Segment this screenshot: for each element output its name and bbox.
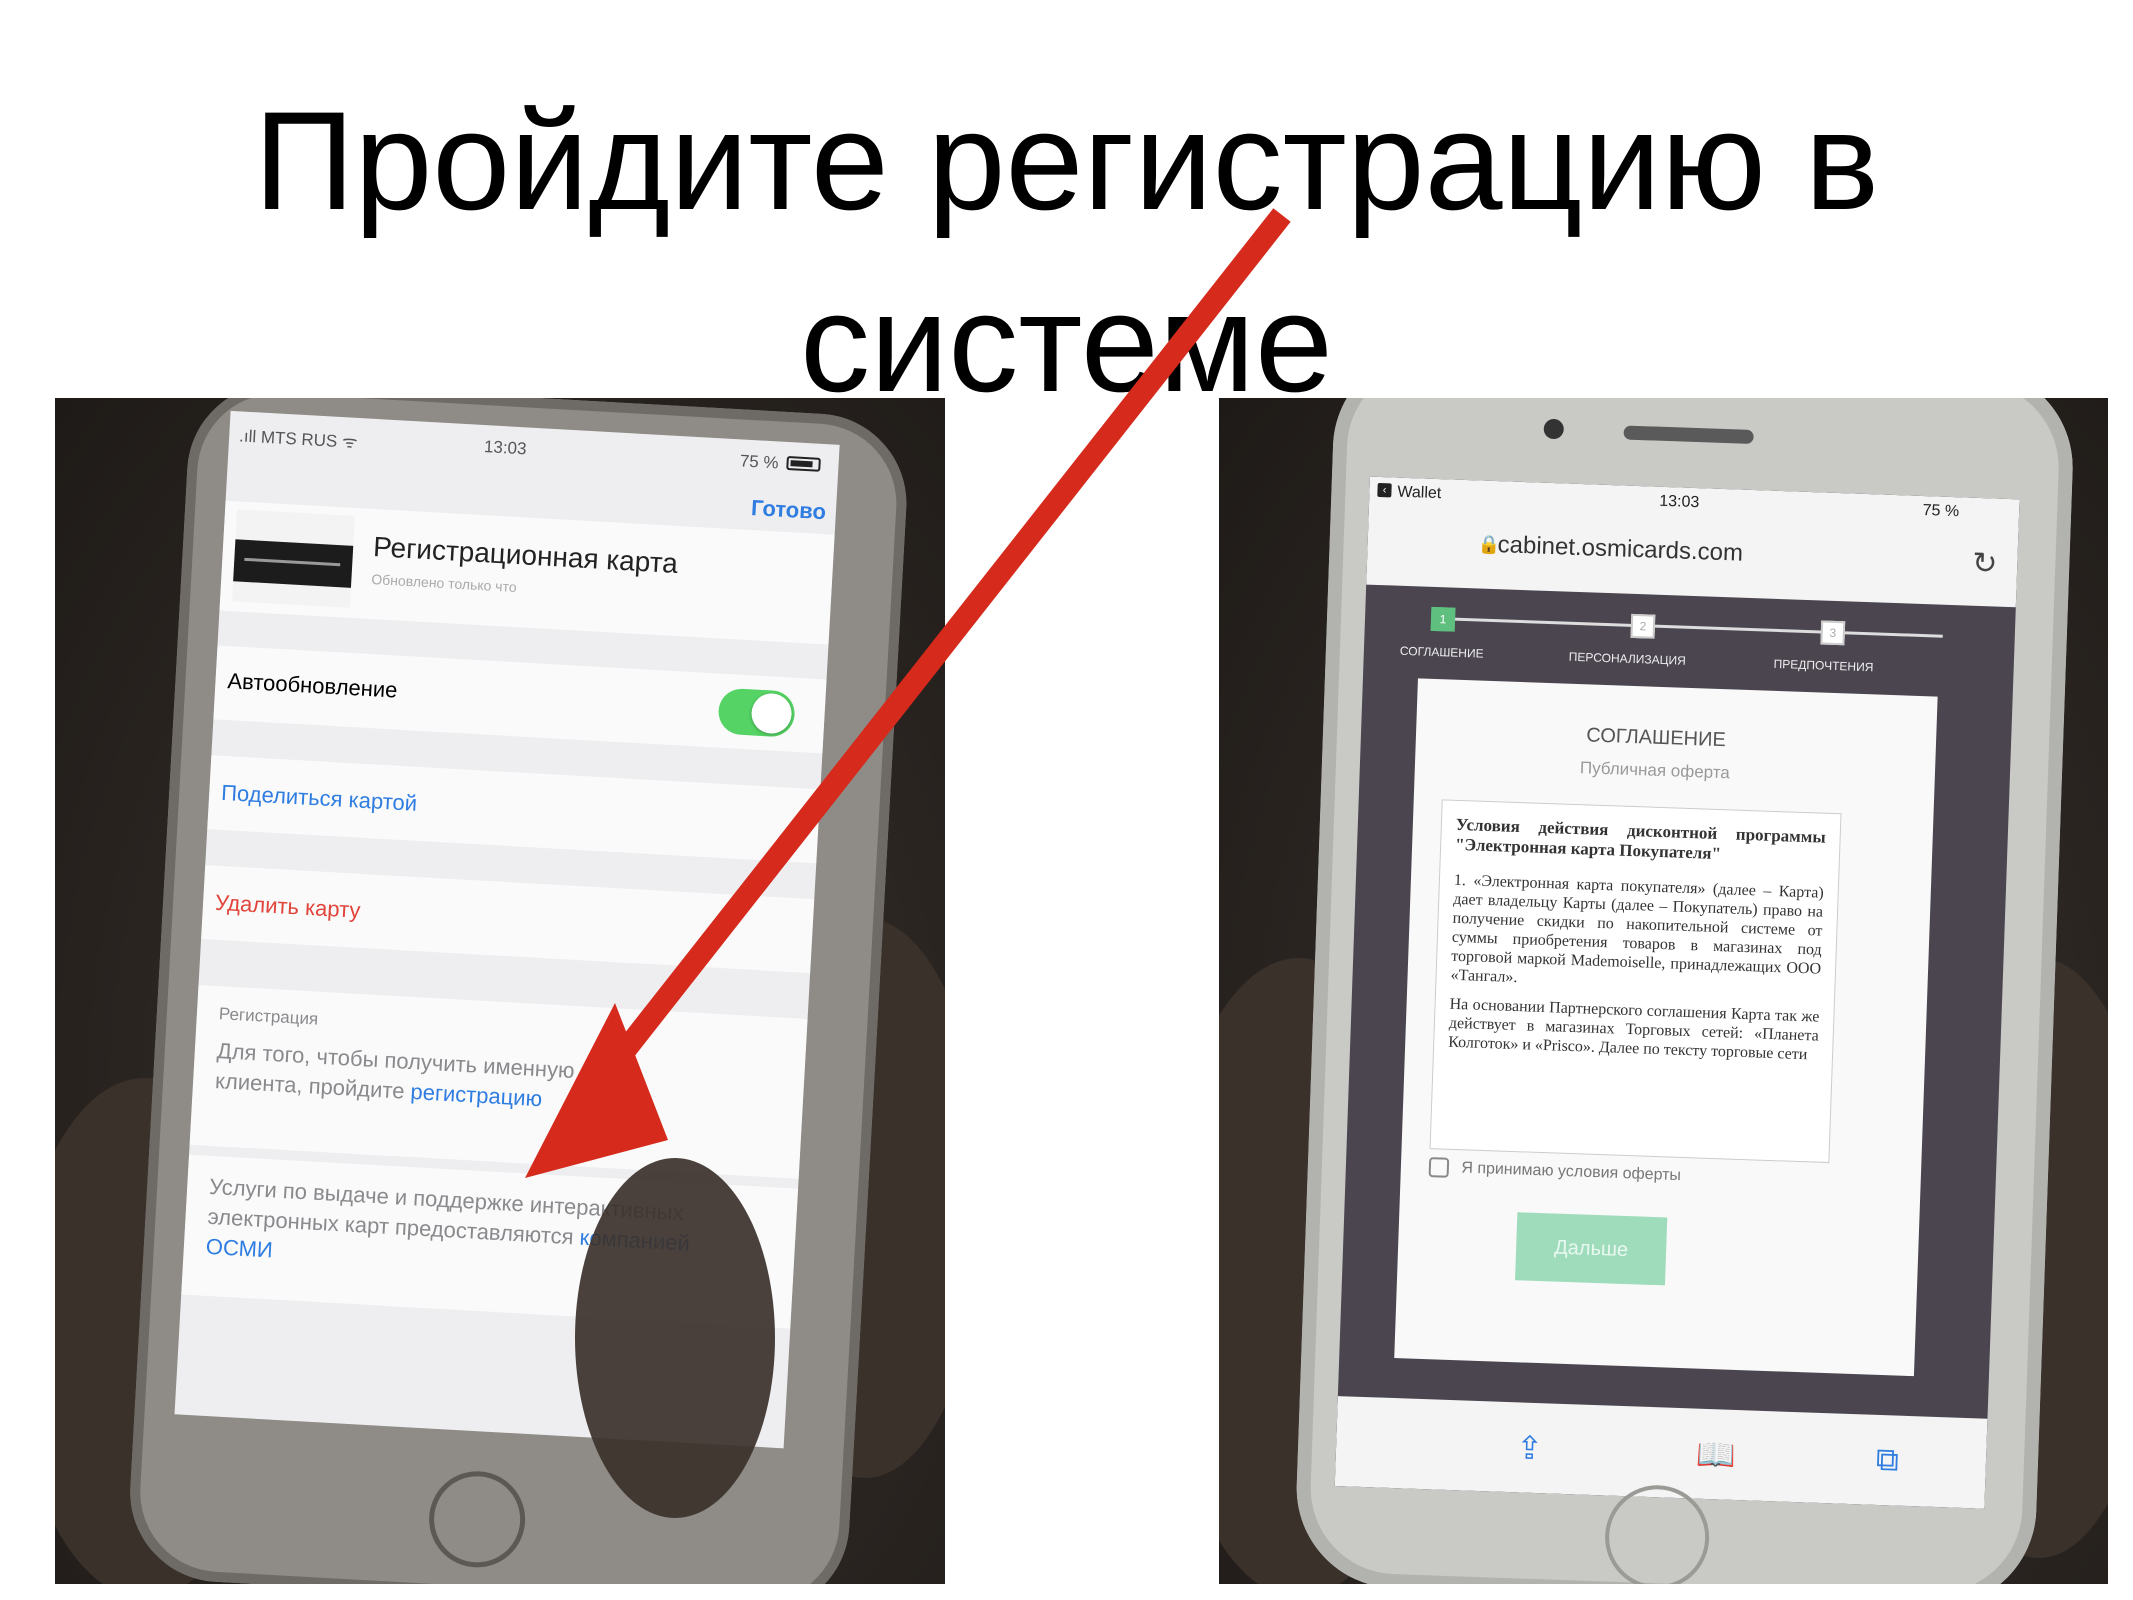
back-to-app-label[interactable]: Wallet <box>1397 484 1441 504</box>
card-updated-label: Обновлено только что <box>371 570 518 596</box>
step-1-dot[interactable]: 1 <box>1430 606 1456 632</box>
card-header: Регистрационная карта Обновлено только ч… <box>219 500 835 645</box>
registration-text-part3: клиента, пройдите <box>214 1068 406 1104</box>
status-bar: .ıll MTS RUS ᯤ 13:03 75 % <box>228 411 839 485</box>
photo-left-wallet-screen: .ıll MTS RUS ᯤ 13:03 75 % Готово Регистр… <box>55 398 945 1584</box>
registration-text: Для того, чтобы получить именную карту к… <box>214 1036 757 1126</box>
registration-text-part2: менную карту <box>494 1053 637 1087</box>
card-thumbnail <box>231 509 355 608</box>
registration-section: Регистрация Для того, чтобы получить име… <box>189 984 808 1179</box>
clock: 13:03 <box>483 437 528 459</box>
terms-scroll-box[interactable]: Условия действия дисконтной программы "Э… <box>1429 799 1842 1164</box>
terms-heading: Условия действия дисконтной программы "Э… <box>1454 814 1826 864</box>
safari-screen: ‹ Wallet 13:03 75 % 🔒 cabinet.osmicards.… <box>1334 476 2020 1509</box>
reload-icon[interactable]: ↻ <box>1972 546 1998 582</box>
done-button[interactable]: Готово <box>750 495 826 525</box>
terms-paragraph: На основании Партнерского соглашения Кар… <box>1447 995 1820 1064</box>
phone-left: .ıll MTS RUS ᯤ 13:03 75 % Готово Регистр… <box>125 398 912 1584</box>
battery-icon <box>786 455 821 472</box>
share-card-row[interactable]: Поделиться картой <box>207 755 821 864</box>
step-3-dot[interactable]: 3 <box>1820 620 1846 646</box>
accept-terms-row: Я принимаю условия оферты <box>1428 1157 1682 1186</box>
accept-terms-checkbox[interactable] <box>1428 1157 1450 1178</box>
delete-card-link[interactable]: Удалить карту <box>214 890 361 924</box>
back-to-app-icon[interactable]: ‹ <box>1377 482 1392 498</box>
registration-section-title: Регистрация <box>218 1004 319 1029</box>
battery-percent: 75 % <box>1922 501 1960 521</box>
agreement-dialog: СОГЛАШЕНИЕ Публичная оферта Условия дейс… <box>1394 678 1938 1377</box>
phone-right: ‹ Wallet 13:03 75 % 🔒 cabinet.osmicards.… <box>1293 398 2077 1584</box>
status-bar: ‹ Wallet 13:03 75 % <box>1369 477 2020 530</box>
next-button[interactable]: Дальше <box>1515 1212 1668 1286</box>
bookmarks-icon[interactable]: 📖 <box>1695 1435 1736 1474</box>
front-camera <box>1543 418 1565 440</box>
accept-terms-label[interactable]: Я принимаю условия оферты <box>1461 1159 1681 1184</box>
share-icon[interactable]: ⇪ <box>1516 1428 1544 1467</box>
step-2-label: ПЕРСОНАЛИЗАЦИЯ <box>1568 649 1687 668</box>
auto-update-toggle[interactable] <box>717 687 796 738</box>
registration-link[interactable]: регистрацию <box>410 1079 543 1111</box>
step-2-dot[interactable]: 2 <box>1630 613 1656 639</box>
delete-card-row[interactable]: Удалить карту <box>201 865 815 974</box>
home-button[interactable] <box>426 1468 528 1570</box>
carrier-label: .ıll MTS RUS ᯤ <box>238 426 359 452</box>
hand <box>575 1158 775 1518</box>
clock: 13:03 <box>1658 492 1700 512</box>
agreement-subtitle: Публичная оферта <box>1579 758 1731 783</box>
earpiece-speaker <box>1623 425 1754 444</box>
agreement-title: СОГЛАШЕНИЕ <box>1585 724 1727 752</box>
terms-paragraph: 1. «Электронная карта покупателя» (далее… <box>1450 871 1825 987</box>
share-card-link[interactable]: Поделиться картой <box>221 780 418 817</box>
auto-update-row: Автообновление <box>213 645 827 754</box>
photo-right-agreement-screen: ‹ Wallet 13:03 75 % 🔒 cabinet.osmicards.… <box>1219 398 2108 1584</box>
step-1-label: СОГЛАШЕНИЕ <box>1399 643 1484 661</box>
url-field[interactable]: cabinet.osmicards.com <box>1497 531 1743 568</box>
tabs-icon[interactable]: ⧉ <box>1875 1441 1899 1480</box>
slide-title: Пройдите регистрацию в системе <box>0 70 2133 434</box>
step-3-label: ПРЕДПОЧТЕНИЯ <box>1773 656 1874 675</box>
slide-title-line1: Пройдите регистрацию в <box>253 82 1880 239</box>
battery-percent: 75 % <box>739 451 780 473</box>
step-connector <box>1443 617 1943 638</box>
auto-update-label: Автообновление <box>226 668 399 703</box>
